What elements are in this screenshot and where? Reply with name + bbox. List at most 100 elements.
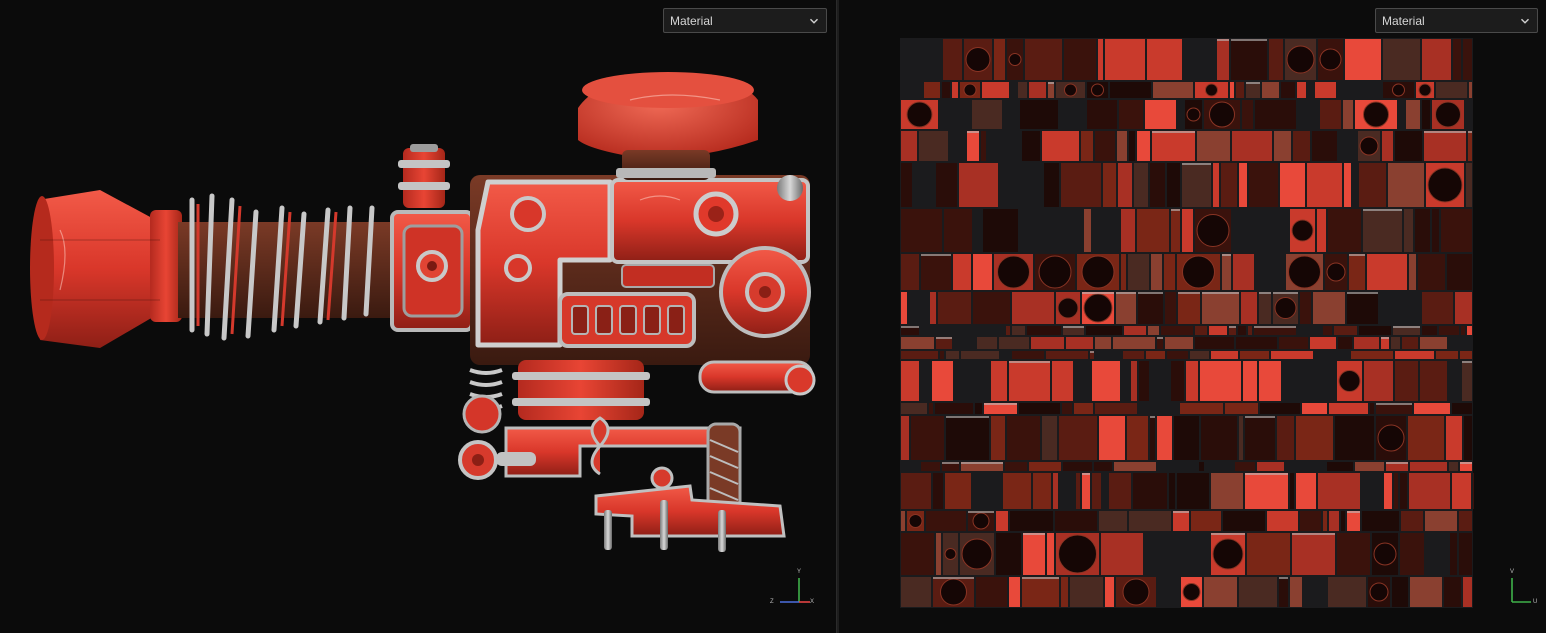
uv-island [1074,403,1093,414]
chevron-down-icon [1519,15,1531,27]
uv-island [1167,351,1188,359]
uv-island-circle [972,512,990,530]
uv-island [1020,100,1058,129]
uv-island [1113,337,1155,349]
uv-island [1349,254,1365,290]
uv-island [1400,473,1407,509]
uv-island [976,577,1007,607]
uv-island [1473,473,1474,509]
uv-island [1246,82,1260,98]
uv-island [1195,326,1207,335]
chevron-down-icon [808,15,820,27]
uv-island [1171,361,1184,401]
uv-island [1436,82,1467,98]
uv-island [901,131,917,161]
uv-island [1019,403,1060,414]
uv-island [1290,473,1294,509]
uv-island [921,254,951,290]
uv-island [1231,39,1267,80]
uv-island [1464,416,1472,460]
viewport-uv[interactable]: Material V U [839,0,1546,633]
uv-island-edge [1217,39,1229,41]
uv-island [1300,292,1311,324]
uv-island [1167,163,1180,207]
uv-island-edge [1211,533,1245,535]
material-dropdown-3d[interactable]: Material [663,8,827,33]
axis-label-x: X [810,599,815,605]
uv-island [1137,209,1169,252]
uv-island [1062,403,1072,414]
uv-texture-atlas[interactable] [839,0,1546,633]
uv-island [901,361,919,401]
uv-island [921,462,940,471]
material-dropdown-uv[interactable]: Material [1375,8,1538,33]
uv-island-circle [1392,83,1405,97]
uv-island [1202,292,1239,324]
uv-island [1359,163,1386,207]
uv-island-edge [1279,577,1288,579]
uv-island [1242,100,1253,129]
uv-island [935,403,973,414]
uv-island [1046,351,1088,359]
axis-label-v: V [1510,569,1515,575]
uv-island [1147,39,1182,80]
uv-island [1131,361,1137,401]
uv-island [1452,403,1472,414]
uv-island [1006,326,1010,335]
uv-island [1190,351,1209,359]
uv-island-circle [944,548,957,560]
uv-island [981,131,986,161]
uv-island-edge [1182,163,1211,165]
uv-island-edge [1171,209,1180,211]
axis-gizmo-3d-icon: Y Z X [766,566,816,606]
uv-island [1171,209,1180,252]
uv-island [1257,462,1284,471]
uv-island [1337,533,1370,575]
uv-island [1129,511,1171,531]
uv-island [1055,511,1097,531]
uv-island [1463,39,1472,80]
uv-island [1280,163,1305,207]
uv-island [924,82,940,98]
material-dropdown-label: Material [670,13,713,28]
uv-island-circle [1008,53,1022,66]
uv-island [1150,416,1155,460]
uv-island [1059,416,1097,460]
uv-island [952,82,958,98]
uv-island-circle [963,83,977,97]
uv-island [1424,131,1466,161]
uv-island [1086,326,1122,335]
uv-island [1084,209,1091,252]
uv-island [1320,100,1341,129]
uv-island [1335,416,1374,460]
uv-island [1394,473,1398,509]
uv-island [1277,416,1294,460]
uv-island [1420,361,1447,401]
uv-island [1341,511,1345,531]
uv-island [1209,326,1227,335]
uv-island [1063,462,1092,471]
uv-island [1247,533,1290,575]
uv-island [1236,337,1277,349]
uv-island [1233,254,1254,290]
uv-island-edge [1381,337,1389,339]
uv-island [1347,292,1378,324]
uv-island [1105,577,1114,607]
uv-island [1134,163,1148,207]
uv-island [1110,82,1151,98]
uv-island [967,131,979,161]
uv-island [932,361,953,401]
uv-island [1459,533,1472,575]
model-render[interactable] [0,0,836,633]
texture-painter-app: Material Y Z X Material V U [0,0,1546,633]
uv-island [982,82,1009,98]
uv-island [1315,82,1336,98]
uv-island-edge [1152,131,1195,133]
uv-island [1323,326,1332,335]
uv-island [1364,361,1393,401]
viewport-3d[interactable]: Material Y Z X [0,0,836,633]
uv-island [1029,462,1061,471]
uv-island [946,416,989,460]
uv-island [1022,577,1059,607]
uv-island [1018,82,1027,98]
